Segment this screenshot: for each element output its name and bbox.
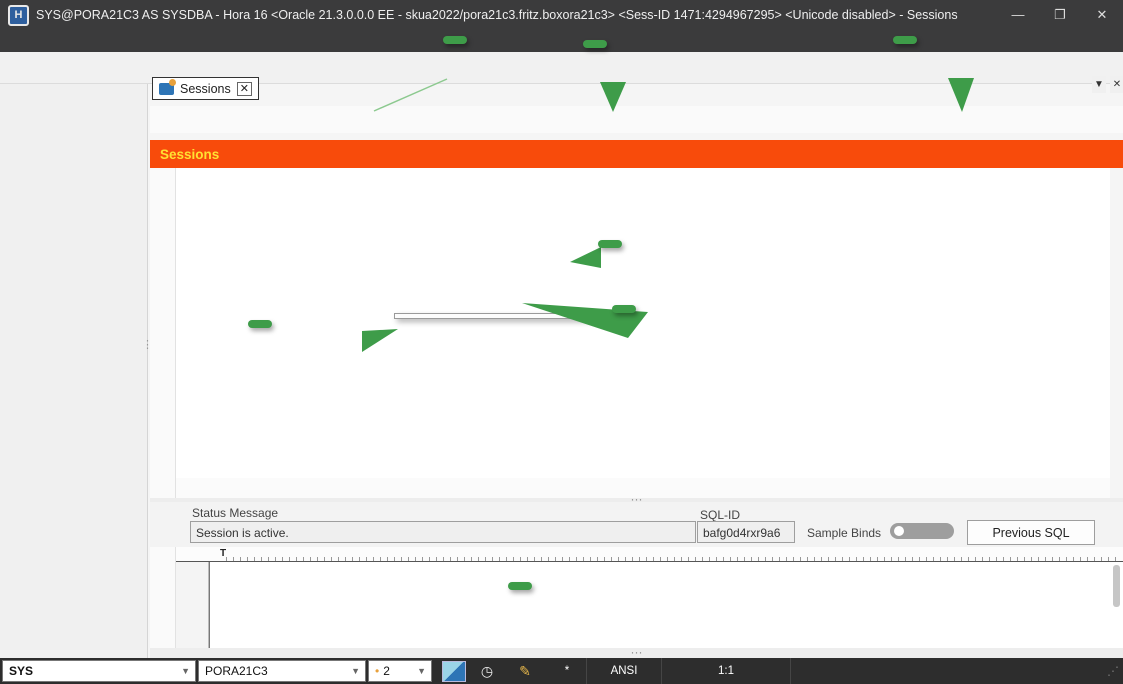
callout-sql-executed xyxy=(508,582,532,590)
window-title: SYS@PORA21C3 AS SYSDBA - Hora 16 <Oracle… xyxy=(36,8,958,22)
menu-bar xyxy=(0,30,1123,52)
sql-scrollbar[interactable] xyxy=(1113,565,1120,607)
chevron-down-icon: ▼ xyxy=(417,666,426,676)
sql-editor[interactable] xyxy=(176,562,1123,648)
caret-position: 1:1 xyxy=(662,658,791,684)
hora-application-window: H SYS@PORA21C3 AS SYSDBA - Hora 16 <Orac… xyxy=(0,0,1123,684)
encoding-indicator: ANSI xyxy=(587,658,662,684)
callout-lock-waiting-tree-view xyxy=(443,36,467,44)
grid-pager xyxy=(176,478,1110,498)
title-bar: H SYS@PORA21C3 AS SYSDBA - Hora 16 <Orac… xyxy=(0,0,1123,30)
callout-context-menu xyxy=(248,320,272,328)
sessions-grid xyxy=(176,168,1110,478)
panel-close-button[interactable]: ✕ xyxy=(1110,76,1123,93)
app-logo-icon: H xyxy=(8,4,29,26)
database-combo[interactable]: PORA21C3 ▼ xyxy=(198,660,366,682)
context-menu xyxy=(394,313,590,319)
sample-binds-label: Sample Binds xyxy=(807,526,882,540)
sql-id-label: SQL-ID xyxy=(700,508,741,522)
status-bar: SYS ▼ PORA21C3 ▼ • 2 ▼ ◷ ✎ * ANSI 1:1 ⋰ xyxy=(0,658,1123,684)
status-panel: Status Message SQL-ID Session is active.… xyxy=(150,502,1123,547)
ruler-ticks xyxy=(226,557,1119,561)
resize-grip[interactable]: ⋰ xyxy=(1107,664,1123,678)
sessions-header-bar: Sessions xyxy=(150,140,1123,168)
count-combo-value: 2 xyxy=(383,664,390,678)
clock-icon: ◷ xyxy=(480,662,494,679)
sessions-icon xyxy=(159,78,176,95)
callout-blocking-session xyxy=(598,240,622,248)
chevron-down-icon: ▼ xyxy=(181,666,190,676)
status-message-field[interactable]: Session is active. xyxy=(190,521,696,543)
document-tab-label: Sessions xyxy=(180,81,231,96)
document-tab-close-icon[interactable]: ✕ xyxy=(236,81,252,96)
schema-combo[interactable]: SYS ▼ xyxy=(2,660,196,682)
minimize-button[interactable]: — xyxy=(997,0,1039,30)
sql-id-field[interactable]: bafg0d4rxr9a6 xyxy=(697,521,795,543)
count-combo[interactable]: • 2 ▼ xyxy=(368,660,432,682)
pencil-icon: ✎ xyxy=(519,662,531,679)
sessions-header-title: Sessions xyxy=(160,146,220,162)
maximize-button[interactable]: ❐ xyxy=(1039,0,1081,30)
chevron-down-icon: ▼ xyxy=(351,666,360,676)
previous-sql-button[interactable]: Previous SQL xyxy=(967,520,1095,545)
sample-binds-toggle[interactable] xyxy=(890,523,954,539)
sql-ruler: T xyxy=(176,547,1123,562)
database-combo-value: PORA21C3 xyxy=(205,664,268,678)
bullet-icon: • xyxy=(375,664,380,678)
callout-waiting-session xyxy=(612,305,636,313)
status-message-label: Status Message xyxy=(192,506,279,520)
sql-gutter xyxy=(176,562,209,648)
schema-combo-value: SYS xyxy=(9,664,34,678)
sidebar xyxy=(0,84,148,658)
callout-network-encryption xyxy=(893,36,917,44)
horizontal-splitter-bottom[interactable]: ··· xyxy=(150,646,1123,658)
panel-dropdown-button[interactable]: ▼ xyxy=(1092,76,1106,93)
document-tab-sessions[interactable]: Sessions ✕ xyxy=(152,77,259,100)
close-button[interactable]: ✕ xyxy=(1081,0,1123,30)
sql-code-area[interactable] xyxy=(209,562,1123,648)
callout-all-open-cursors xyxy=(583,40,607,48)
modified-indicator: * xyxy=(548,658,587,684)
tab-strip xyxy=(150,106,1123,133)
edit-mode-icon[interactable] xyxy=(442,660,466,682)
alphabet-strip xyxy=(150,168,176,648)
